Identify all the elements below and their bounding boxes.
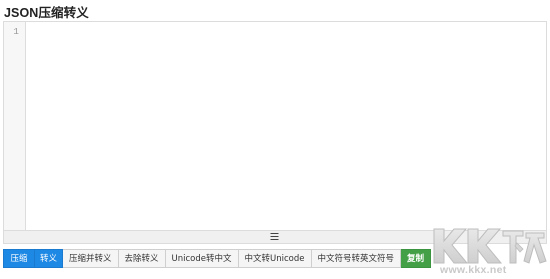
line-number: 1 bbox=[13, 26, 19, 37]
code-input-area[interactable] bbox=[26, 22, 546, 230]
copy-button[interactable]: 复制 bbox=[401, 249, 432, 268]
code-editor[interactable]: 1 bbox=[3, 21, 547, 231]
action-toolbar: 压缩 转义 压缩并转义 去除转义 Unicode转中文 中文转Unicode 中… bbox=[3, 249, 432, 268]
kk-download-watermark-logo bbox=[433, 228, 547, 264]
unicode-to-chinese-button[interactable]: Unicode转中文 bbox=[165, 249, 239, 268]
escape-button[interactable]: 转义 bbox=[35, 249, 63, 268]
chinese-to-unicode-button[interactable]: 中文转Unicode bbox=[238, 249, 312, 268]
hamburger-grip-icon[interactable] bbox=[270, 233, 280, 241]
cn-punct-to-en-punct-button[interactable]: 中文符号转英文符号 bbox=[311, 249, 402, 268]
json-compress-escape-tool: JSON压缩转义 1 压缩 转义 压缩并转义 去除转义 Unicode转中文 中… bbox=[0, 0, 550, 279]
line-number-gutter: 1 bbox=[4, 22, 26, 230]
watermark-url: www.kkx.net bbox=[440, 264, 507, 276]
compress-and-escape-button[interactable]: 压缩并转义 bbox=[63, 249, 119, 268]
compress-button[interactable]: 压缩 bbox=[3, 249, 35, 268]
page-title: JSON压缩转义 bbox=[4, 6, 89, 20]
unescape-button[interactable]: 去除转义 bbox=[118, 249, 166, 268]
